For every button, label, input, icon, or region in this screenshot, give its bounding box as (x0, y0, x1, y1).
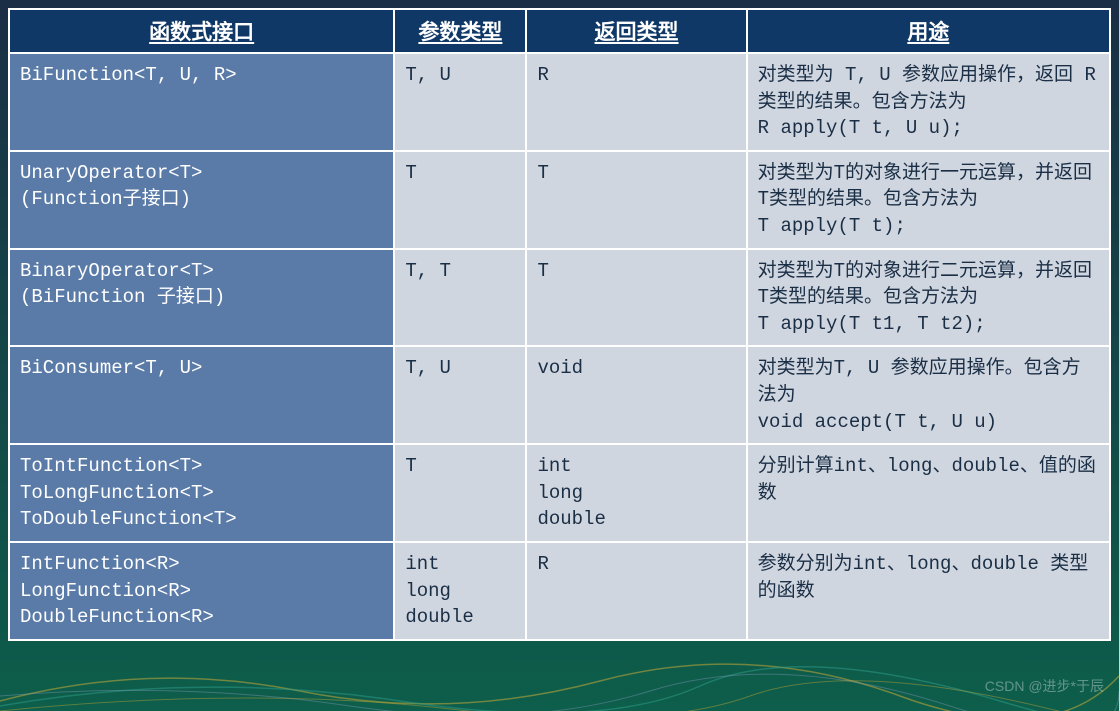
cell-interface: ToIntFunction<T> ToLongFunction<T> ToDou… (9, 444, 394, 542)
header-interface: 函数式接口 (9, 9, 394, 53)
table-row: BiConsumer<T, U> T, U void 对类型为T, U 参数应用… (9, 346, 1110, 444)
header-param: 参数类型 (394, 9, 526, 53)
cell-interface: UnaryOperator<T> (Function子接口) (9, 151, 394, 249)
table-row: UnaryOperator<T> (Function子接口) T T 对类型为T… (9, 151, 1110, 249)
cell-param: T (394, 444, 526, 542)
table-row: BinaryOperator<T> (BiFunction 子接口) T, T … (9, 249, 1110, 347)
cell-param: T, U (394, 346, 526, 444)
cell-return: R (526, 542, 746, 640)
cell-usage: 对类型为T的对象进行二元运算，并返回T类型的结果。包含方法为 T apply(T… (747, 249, 1110, 347)
cell-param: T (394, 151, 526, 249)
cell-param: T, T (394, 249, 526, 347)
cell-return: void (526, 346, 746, 444)
cell-interface: BiConsumer<T, U> (9, 346, 394, 444)
cell-usage: 分别计算int、long、double、值的函数 (747, 444, 1110, 542)
cell-param: T, U (394, 53, 526, 151)
cell-interface: BiFunction<T, U, R> (9, 53, 394, 151)
table-row: BiFunction<T, U, R> T, U R 对类型为 T, U 参数应… (9, 53, 1110, 151)
background-decoration (0, 651, 1119, 711)
table-header-row: 函数式接口 参数类型 返回类型 用途 (9, 9, 1110, 53)
functional-interface-table: 函数式接口 参数类型 返回类型 用途 BiFunction<T, U, R> T… (8, 8, 1111, 641)
cell-interface: IntFunction<R> LongFunction<R> DoubleFun… (9, 542, 394, 640)
cell-return: T (526, 249, 746, 347)
cell-return: T (526, 151, 746, 249)
cell-param: int long double (394, 542, 526, 640)
cell-return: int long double (526, 444, 746, 542)
cell-usage: 参数分别为int、long、double 类型的函数 (747, 542, 1110, 640)
header-return: 返回类型 (526, 9, 746, 53)
cell-usage: 对类型为T, U 参数应用操作。包含方法为 void accept(T t, U… (747, 346, 1110, 444)
header-usage: 用途 (747, 9, 1110, 53)
cell-return: R (526, 53, 746, 151)
watermark: CSDN @进步*于辰 (985, 676, 1104, 696)
table-container: 函数式接口 参数类型 返回类型 用途 BiFunction<T, U, R> T… (0, 0, 1119, 641)
table-row: IntFunction<R> LongFunction<R> DoubleFun… (9, 542, 1110, 640)
cell-usage: 对类型为 T, U 参数应用操作，返回 R 类型的结果。包含方法为 R appl… (747, 53, 1110, 151)
cell-interface: BinaryOperator<T> (BiFunction 子接口) (9, 249, 394, 347)
table-row: ToIntFunction<T> ToLongFunction<T> ToDou… (9, 444, 1110, 542)
cell-usage: 对类型为T的对象进行一元运算，并返回T类型的结果。包含方法为 T apply(T… (747, 151, 1110, 249)
